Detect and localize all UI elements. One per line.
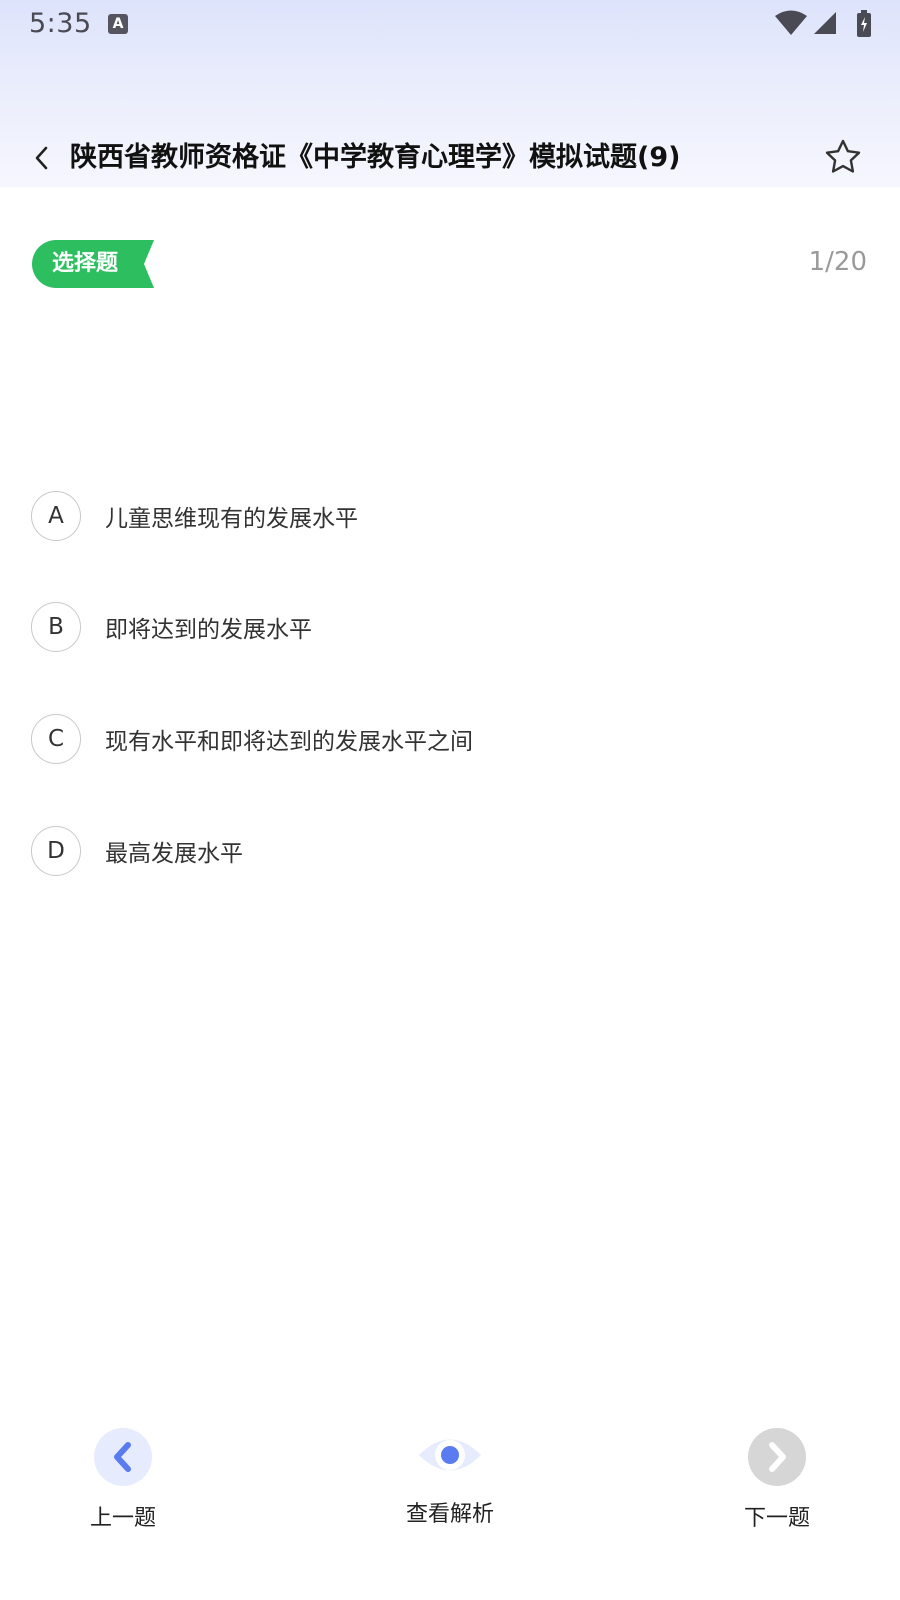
bottom-navigation: 上一题 查看解析 下一题 bbox=[0, 1420, 900, 1540]
battery-icon bbox=[857, 10, 871, 37]
option-text: 最高发展水平 bbox=[105, 841, 243, 867]
option-c[interactable]: C 现有水平和即将达到的发展水平之间 bbox=[31, 713, 871, 765]
star-outline-icon bbox=[825, 139, 861, 173]
question-type-label: 选择题 bbox=[52, 251, 119, 276]
chevron-left-icon bbox=[35, 146, 48, 170]
chevron-right-icon bbox=[769, 1442, 786, 1472]
next-label: 下一题 bbox=[743, 1506, 810, 1531]
next-icon-circle bbox=[748, 1428, 806, 1486]
option-letter: D bbox=[31, 826, 81, 876]
cell-signal-icon bbox=[814, 12, 836, 34]
option-text: 即将达到的发展水平 bbox=[105, 617, 312, 643]
favorite-button[interactable] bbox=[822, 136, 864, 178]
next-question-button[interactable]: 下一题 bbox=[707, 1420, 847, 1531]
option-b[interactable]: B 即将达到的发展水平 bbox=[31, 601, 871, 653]
back-button[interactable] bbox=[26, 140, 56, 176]
option-letter: C bbox=[31, 714, 81, 764]
status-bar: 5:35 A bbox=[0, 0, 900, 50]
option-letter: B bbox=[31, 602, 81, 652]
option-text: 现有水平和即将达到的发展水平之间 bbox=[105, 729, 473, 755]
page-title: 陕西省教师资格证《中学教育心理学》模拟试题(9) bbox=[70, 142, 681, 173]
question-type-tag: 选择题 bbox=[32, 240, 154, 288]
option-d[interactable]: D 最高发展水平 bbox=[31, 825, 871, 877]
analysis-label: 查看解析 bbox=[405, 1502, 494, 1527]
option-letter: A bbox=[31, 491, 81, 541]
eye-icon bbox=[417, 1430, 483, 1480]
prev-label: 上一题 bbox=[89, 1506, 156, 1531]
option-text: 儿童思维现有的发展水平 bbox=[105, 506, 358, 532]
previous-question-button[interactable]: 上一题 bbox=[53, 1420, 193, 1531]
app-notification-icon: A bbox=[108, 14, 128, 34]
wifi-icon bbox=[775, 10, 807, 35]
prev-icon-circle bbox=[94, 1428, 152, 1486]
navigation-bar: 陕西省教师资格证《中学教育心理学》模拟试题(9) bbox=[0, 128, 900, 188]
option-a[interactable]: A 儿童思维现有的发展水平 bbox=[31, 490, 871, 542]
status-time: 5:35 bbox=[29, 8, 92, 39]
view-analysis-button[interactable]: 查看解析 bbox=[380, 1420, 520, 1530]
chevron-left-icon bbox=[114, 1442, 131, 1472]
question-progress: 1/20 bbox=[808, 247, 867, 277]
